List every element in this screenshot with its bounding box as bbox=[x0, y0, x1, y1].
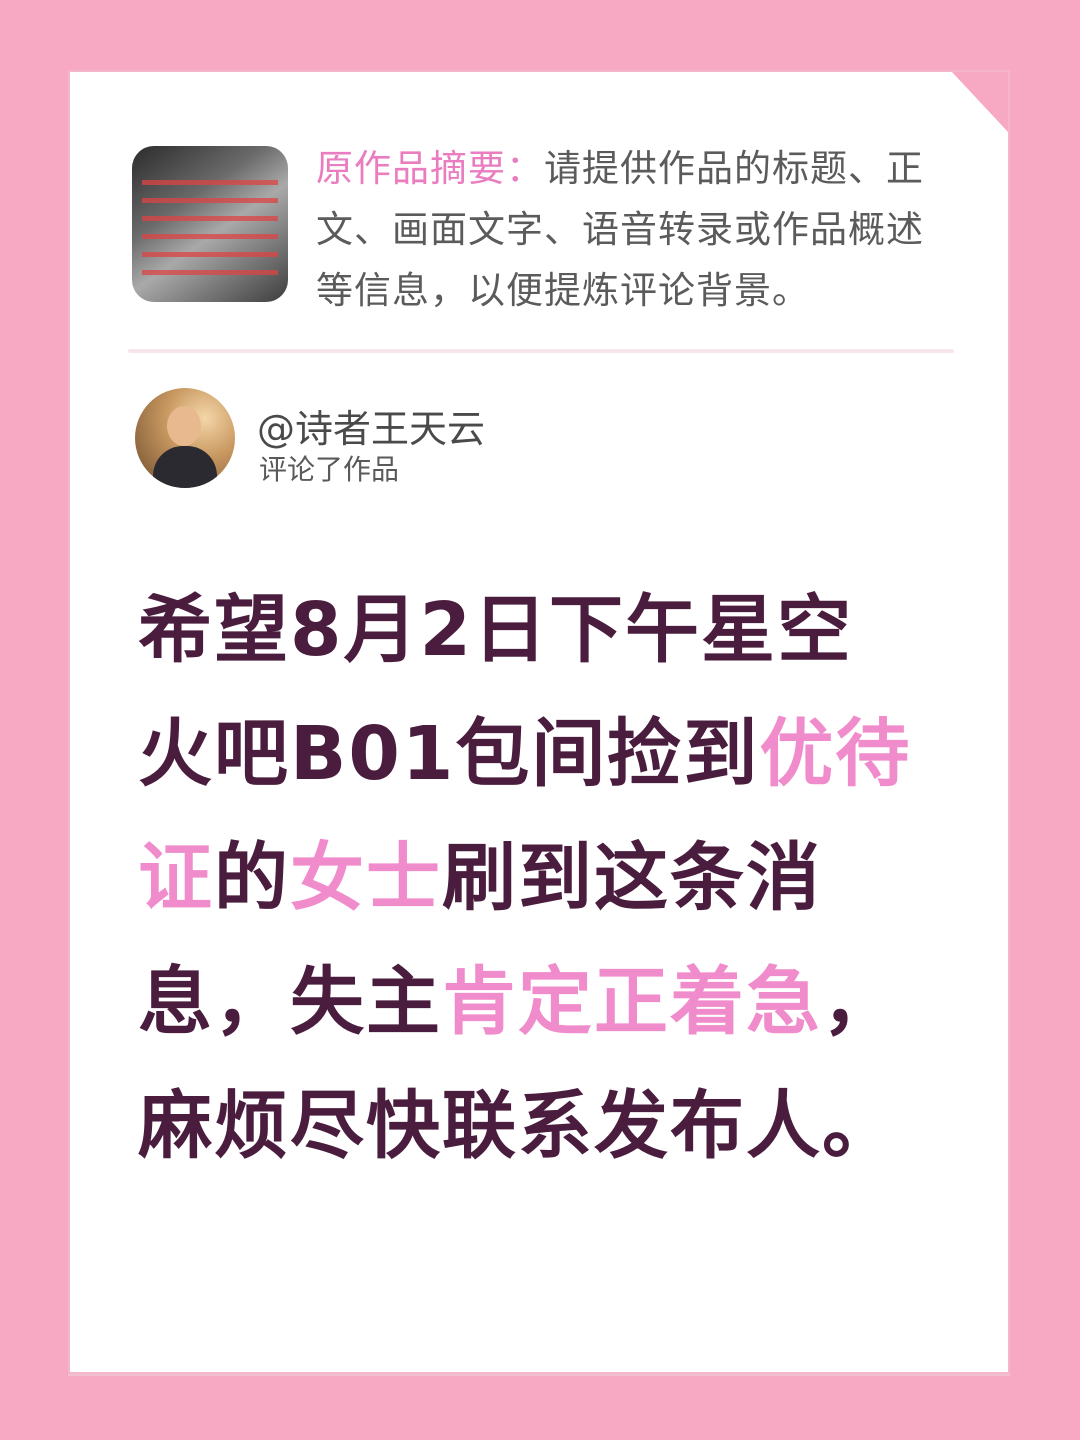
avatar[interactable] bbox=[135, 388, 235, 488]
comment-text: 希望8月2日下午星空火吧B01包间捡到优待证的女士刷到这条消息，失主肯定正着急，… bbox=[138, 568, 928, 1188]
comment-highlight: 肯定正着急 bbox=[442, 959, 822, 1045]
original-work-summary: 原作品摘要：请提供作品的标题、正文、画面文字、语音转录或作品概述等信息，以便提炼… bbox=[132, 138, 952, 312]
comment-action-label: 评论了作品 bbox=[259, 453, 400, 486]
commenter-handle[interactable]: @诗者王天云 bbox=[257, 398, 485, 453]
divider bbox=[128, 349, 954, 353]
work-thumbnail[interactable] bbox=[132, 146, 288, 302]
comment-segment: 希望8月2日下午星空火吧B01包间捡到 bbox=[138, 587, 853, 797]
comment-segment: 的 bbox=[214, 835, 290, 921]
comment-highlight: 女士 bbox=[290, 835, 442, 921]
page: 原作品摘要：请提供作品的标题、正文、画面文字、语音转录或作品概述等信息，以便提炼… bbox=[0, 0, 1080, 1440]
summary-text-block: 原作品摘要：请提供作品的标题、正文、画面文字、语音转录或作品概述等信息，以便提炼… bbox=[316, 138, 956, 321]
page-fold-corner bbox=[952, 72, 1008, 132]
summary-label: 原作品摘要： bbox=[316, 147, 544, 190]
commenter-info: @诗者王天云 评论了作品 bbox=[135, 388, 735, 490]
